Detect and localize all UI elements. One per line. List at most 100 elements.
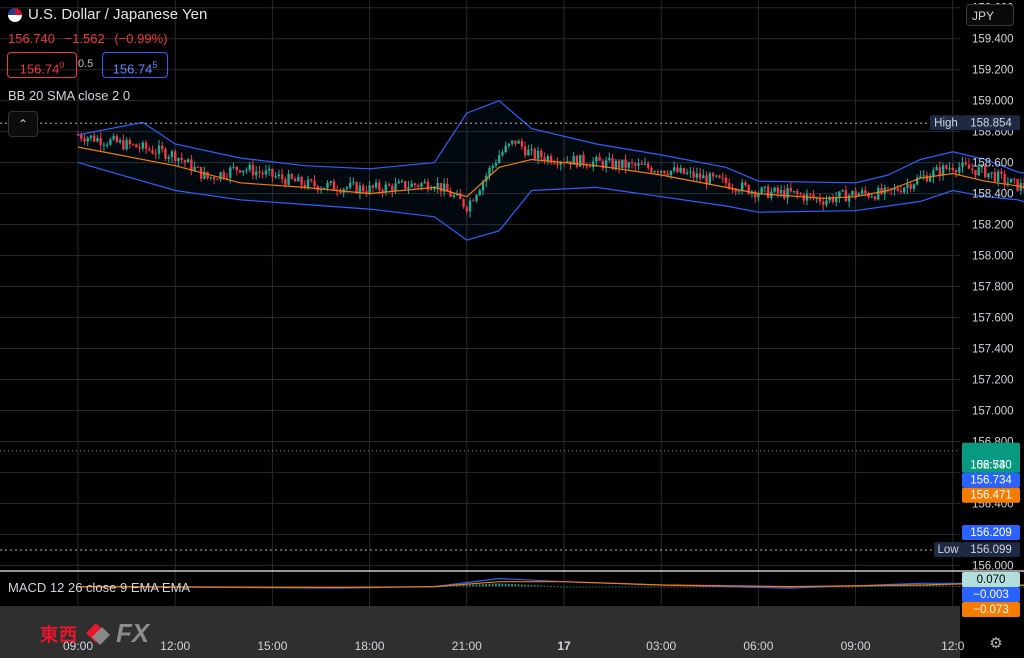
currency-label[interactable]: JPY [966,4,1014,26]
candle-body [689,171,692,173]
candle-body [222,172,225,178]
candle-body [423,181,426,184]
macd-histogram-bar [524,584,526,587]
macd-histogram-bar [695,586,698,588]
price-change: −1.562 [64,31,105,46]
macd-histogram-bar [870,586,873,587]
macd-indicator-label[interactable]: MACD 12 26 close 9 EMA EMA [8,580,190,595]
candle-body [494,163,498,166]
candle-body [766,186,770,198]
macd-histogram-bar [533,585,536,587]
candle-body [682,167,686,174]
high-label: High [934,117,958,129]
sell-button[interactable]: 156.740 [7,52,77,78]
collapse-indicators-button[interactable]: ⌃ [8,111,38,137]
candle-body [711,173,715,177]
buy-button[interactable]: 156.745 [102,52,168,78]
candle-body [838,191,841,198]
macd-histogram-bar [569,586,572,588]
candle-body [293,178,297,182]
macd-histogram-bar [644,586,646,588]
candle-body [792,191,796,193]
candle-body [410,183,413,188]
candle-body [212,177,216,180]
price-chart[interactable]: 159.600159.400159.200159.000158.800158.6… [0,0,1024,658]
candle-body [417,185,420,187]
candle-body [906,184,909,188]
candle-body [510,140,514,144]
candle-body [763,186,767,188]
candle-body [776,187,780,193]
candle-body [760,187,763,194]
last-price: 156.740 [8,31,55,46]
candle-body [844,190,848,202]
candle-body [718,175,721,178]
symbol-title[interactable]: U.S. Dollar / Japanese Yen [8,6,207,23]
candle-body [404,181,407,189]
settings-gear-icon[interactable]: ⚙ [988,636,1004,652]
macd-histogram-bar [861,586,863,588]
candle-body [478,190,481,196]
candle-body [520,140,524,147]
candle-body [394,183,397,192]
candle-body [446,183,449,192]
candle-body [112,136,115,140]
low-label: Low [937,544,959,556]
bollinger-indicator-label[interactable]: BB 20 SMA close 2 0 [8,88,130,103]
macd-histogram-bar [475,584,478,587]
macd-histogram-bar [945,585,948,587]
candle-body [912,184,916,189]
y-axis-tick-label: 158.000 [972,251,1014,263]
candle-body [954,170,958,173]
x-axis-tick-label: 18:00 [355,639,385,653]
y-axis-tick-label: 156.000 [972,560,1014,572]
broker-watermark: 東西 FX [40,618,149,649]
candle-body [860,190,864,194]
macd-histogram-bar [631,586,633,588]
upper-band-badge: 156.734 [970,475,1012,487]
candle-body [1013,178,1016,180]
candle-body [420,183,423,187]
candle-body [157,145,161,154]
macd-histogram-bar [498,583,500,587]
x-axis-tick-label: 12:00 [160,639,190,653]
macd-histogram-bar [501,583,504,587]
candle-body [614,160,618,169]
candle-body [873,196,877,200]
candle-body [886,187,890,189]
candle-body [472,200,475,202]
macd-histogram-bar [857,586,860,588]
macd-histogram-bar [566,586,569,588]
y-axis-tick-label: 159.400 [972,34,1014,46]
candle-body [546,156,549,161]
macd-histogram-bar [854,586,857,588]
macd-histogram-bar [588,586,591,588]
candle-body [491,165,494,169]
macd-histogram-bar [546,585,549,587]
candle-body [996,171,1000,182]
macd-histogram-bar [592,586,594,588]
candle-body [630,162,634,164]
macd-histogram-bar [563,586,565,588]
candle-body [637,163,640,166]
candle-body [757,193,760,198]
candle-body [854,191,857,197]
candle-body [232,166,235,168]
candle-body [598,157,601,161]
candle-body [1000,171,1003,174]
candle-body [504,145,507,153]
candle-body [987,173,990,178]
watermark-kanji: 東西 [40,624,78,645]
candle-body [475,195,478,201]
candle-body [271,168,274,177]
candle-body [847,195,851,202]
candle-body [1016,179,1019,191]
candle-body [809,194,812,196]
macd-histogram-bar [537,585,539,587]
candle-body [721,177,724,179]
macd-histogram-bar [669,586,672,588]
macd-histogram-bar [938,585,941,587]
candle-body [617,160,621,168]
macd-histogram-bar [511,583,513,587]
macd-histogram-bar [673,586,675,588]
